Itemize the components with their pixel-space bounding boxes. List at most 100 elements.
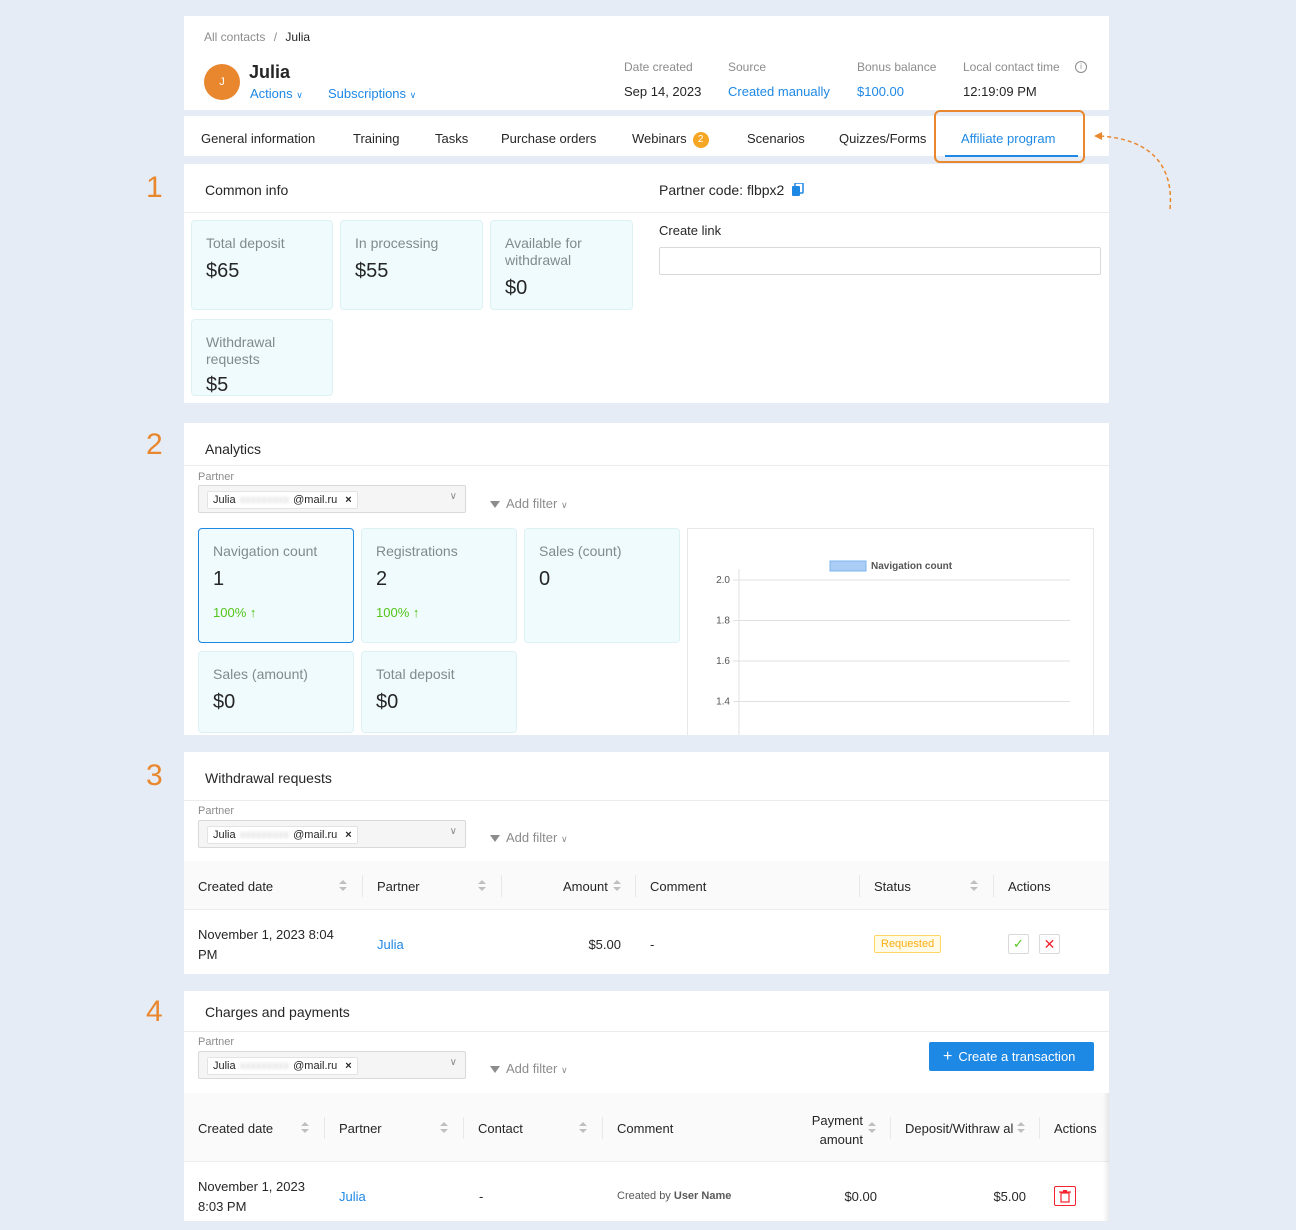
chevron-down-icon: ∨ xyxy=(449,1057,457,1068)
row-partner-link[interactable]: Julia xyxy=(339,1189,366,1204)
local-time-value: 12:19:09 PM xyxy=(963,84,1037,99)
partner-code: Partner code: flbpx2 xyxy=(659,182,804,198)
total-deposit-analytics-card[interactable]: Total deposit $0 xyxy=(361,651,517,733)
add-filter-label: Add filter xyxy=(506,496,558,511)
col-created-date[interactable]: Created date xyxy=(198,1121,273,1136)
sales-count-card[interactable]: Sales (count) 0 xyxy=(524,528,680,643)
info-icon[interactable]: i xyxy=(1075,61,1087,73)
y-tick-label: 1.8 xyxy=(716,616,730,627)
col-contact[interactable]: Contact xyxy=(478,1121,523,1136)
close-icon[interactable]: × xyxy=(345,494,351,506)
partner-select[interactable]: Julia xxxxxxxxx @mail.ru × ∨ xyxy=(198,820,466,848)
create-transaction-button[interactable]: + Create a transaction xyxy=(929,1042,1094,1071)
sort-icon[interactable] xyxy=(613,880,621,892)
subscriptions-dropdown[interactable]: Subscriptions ∨ xyxy=(328,86,416,101)
row-comment: - xyxy=(650,937,655,952)
plus-icon: + xyxy=(943,1048,953,1065)
webinars-badge: 2 xyxy=(692,132,709,148)
registrations-card[interactable]: Registrations 2 100% ↑ xyxy=(361,528,517,643)
sales-amount-card[interactable]: Sales (amount) $0 xyxy=(198,651,354,733)
reject-close-icon[interactable]: ✕ xyxy=(1039,934,1060,954)
sort-icon[interactable] xyxy=(579,1122,587,1134)
chevron-down-icon: ∨ xyxy=(449,826,457,837)
card-label: Registrations xyxy=(376,543,458,559)
approve-check-icon[interactable]: ✓ xyxy=(1008,934,1029,954)
row-deposit: $5.00 xyxy=(993,1189,1026,1204)
source-label: Source xyxy=(728,60,767,74)
tab-training[interactable]: Training xyxy=(353,131,399,146)
card-label: Available for withdrawal xyxy=(505,235,582,268)
navigation-chart: Navigation count 2.0 1.8 1.6 1.4 xyxy=(687,528,1094,735)
bonus-balance-value[interactable]: $100.00 xyxy=(857,84,904,99)
add-filter-button[interactable]: Add filter ∨ xyxy=(490,1061,568,1076)
add-filter-button[interactable]: Add filter ∨ xyxy=(490,496,568,511)
bonus-balance-label: Bonus balance xyxy=(857,60,937,74)
create-link-input[interactable] xyxy=(659,247,1101,275)
breadcrumb-current: Julia xyxy=(285,30,311,44)
tab-scenarios[interactable]: Scenarios xyxy=(747,131,805,146)
add-filter-button[interactable]: Add filter ∨ xyxy=(490,830,568,845)
row-partner-link[interactable]: Julia xyxy=(377,937,404,952)
tab-affiliate-program[interactable]: Affiliate program xyxy=(961,131,1055,146)
tab-webinars[interactable]: Webinars 2 xyxy=(632,131,709,148)
col-payment-amount[interactable]: Payment amount xyxy=(794,1111,863,1149)
sort-icon[interactable] xyxy=(301,1122,309,1134)
withdrawal-requests-title: Withdrawal requests xyxy=(205,770,332,786)
actions-dropdown[interactable]: Actions ∨ xyxy=(250,86,303,101)
card-label: Navigation count xyxy=(213,543,318,559)
close-icon[interactable]: × xyxy=(345,829,351,841)
subscriptions-label: Subscriptions xyxy=(328,86,407,101)
delta-value: 100% xyxy=(213,605,247,620)
charges-payments-panel: Charges and payments Partner Julia xxxxxx… xyxy=(184,991,1109,1221)
card-value: $0 xyxy=(376,691,399,713)
chip-email: @mail.ru xyxy=(293,1060,338,1072)
delete-trash-icon[interactable] xyxy=(1054,1186,1076,1206)
legend-label: Navigation count xyxy=(871,561,953,572)
arrow-up-icon: ↑ xyxy=(249,605,257,620)
chevron-down-icon: ∨ xyxy=(560,500,568,510)
partner-chip: Julia xxxxxxxxx @mail.ru × xyxy=(207,1057,358,1075)
partner-chip: Julia xxxxxxxxx @mail.ru × xyxy=(207,826,358,844)
sort-icon[interactable] xyxy=(478,880,486,892)
tab-webinars-label: Webinars xyxy=(632,131,687,146)
chevron-down-icon: ∨ xyxy=(449,491,457,502)
col-created-date[interactable]: Created date xyxy=(198,879,273,894)
step-number-3: 3 xyxy=(146,759,163,792)
y-tick-label: 1.4 xyxy=(716,697,730,708)
table-row: November 1, 2023 8:04 PM Julia $5.00 - R… xyxy=(184,910,1109,974)
partner-chip: Julia xxxxxxxxx @mail.ru × xyxy=(207,491,358,509)
breadcrumb-all-contacts[interactable]: All contacts xyxy=(204,30,265,44)
row-comment: Created by User Name xyxy=(617,1190,731,1202)
close-icon[interactable]: × xyxy=(345,1060,351,1072)
chip-name: Julia xyxy=(213,494,236,506)
sort-icon[interactable] xyxy=(970,880,978,892)
sort-icon[interactable] xyxy=(868,1122,876,1134)
col-status[interactable]: Status xyxy=(874,879,911,894)
chip-email-redacted: xxxxxxxxx xyxy=(239,1060,290,1072)
card-value: $65 xyxy=(206,260,240,282)
tab-tasks[interactable]: Tasks xyxy=(435,131,468,146)
total-deposit-card: Total deposit $65 xyxy=(191,220,333,310)
col-partner[interactable]: Partner xyxy=(377,879,420,894)
col-deposit-withdrawal[interactable]: Deposit/Withraw al xyxy=(905,1121,1013,1136)
sort-icon[interactable] xyxy=(1017,1122,1025,1134)
partner-select[interactable]: Julia xxxxxxxxx @mail.ru × ∨ xyxy=(198,1051,466,1079)
charges-title: Charges and payments xyxy=(205,1004,350,1020)
sort-icon[interactable] xyxy=(440,1122,448,1134)
navigation-count-card[interactable]: Navigation count 1 100% ↑ xyxy=(198,528,354,643)
col-amount[interactable]: Amount xyxy=(563,879,608,894)
source-value[interactable]: Created manually xyxy=(728,84,830,99)
tab-general-information[interactable]: General information xyxy=(201,131,315,146)
col-partner[interactable]: Partner xyxy=(339,1121,382,1136)
partner-select[interactable]: Julia xxxxxxxxx @mail.ru × ∨ xyxy=(198,485,466,513)
row-created-date: November 1, 2023 8:03 PM xyxy=(198,1179,305,1214)
chip-email-redacted: xxxxxxxxx xyxy=(239,829,290,841)
row-contact: - xyxy=(479,1189,484,1204)
sort-icon[interactable] xyxy=(339,880,347,892)
y-tick-label: 2.0 xyxy=(716,575,730,586)
tab-quizzes-forms[interactable]: Quizzes/Forms xyxy=(839,131,926,146)
copy-icon[interactable] xyxy=(792,182,804,197)
card-label: Withdrawal requests xyxy=(206,334,276,367)
table-row: November 1, 2023 8:03 PM Julia - Created… xyxy=(184,1162,1109,1221)
tab-purchase-orders[interactable]: Purchase orders xyxy=(501,131,596,146)
